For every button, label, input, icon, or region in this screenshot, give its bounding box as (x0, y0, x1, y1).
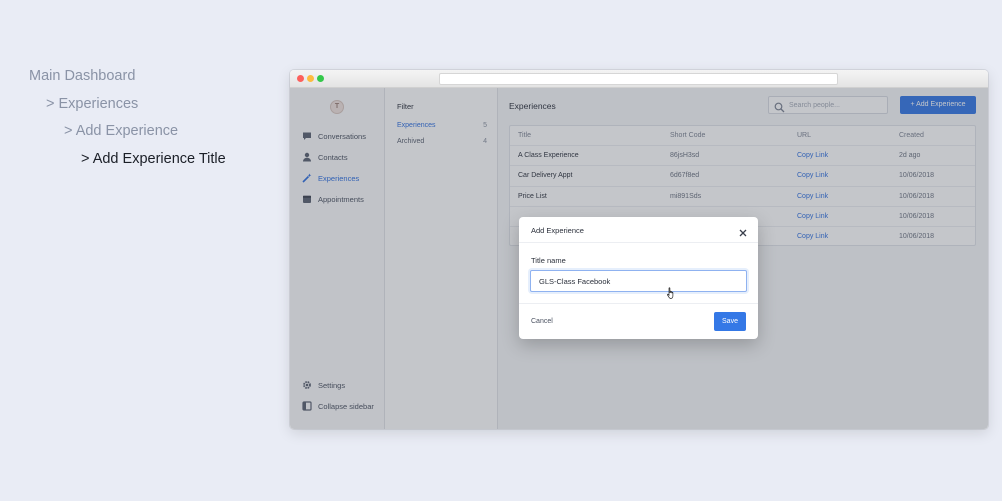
breadcrumb-add-experience[interactable]: > Add Experience (64, 123, 178, 139)
breadcrumb-experiences[interactable]: > Experiences (46, 96, 138, 112)
breadcrumb-add-experience-title: > Add Experience Title (81, 151, 226, 167)
address-bar[interactable] (439, 73, 838, 85)
modal-title: Add Experience (531, 226, 584, 235)
app-area: T Conversations Contacts Experiences App… (290, 88, 988, 429)
maximize-window-icon[interactable] (317, 75, 324, 82)
close-window-icon[interactable] (297, 75, 304, 82)
browser-window: T Conversations Contacts Experiences App… (290, 70, 988, 429)
cancel-button[interactable]: Cancel (531, 318, 553, 325)
modal-footer: Cancel Save (519, 303, 758, 339)
breadcrumb-main-dashboard[interactable]: Main Dashboard (29, 68, 135, 84)
modal-header: Add Experience (519, 217, 758, 243)
close-icon[interactable] (738, 225, 748, 237)
title-name-label: Title name (531, 256, 566, 265)
add-experience-modal: Add Experience Title name Cancel Save (519, 217, 758, 339)
title-name-input[interactable] (530, 270, 747, 292)
minimize-window-icon[interactable] (307, 75, 314, 82)
window-titlebar (290, 70, 988, 88)
save-button[interactable]: Save (714, 312, 746, 331)
hand-cursor-icon (666, 286, 676, 304)
